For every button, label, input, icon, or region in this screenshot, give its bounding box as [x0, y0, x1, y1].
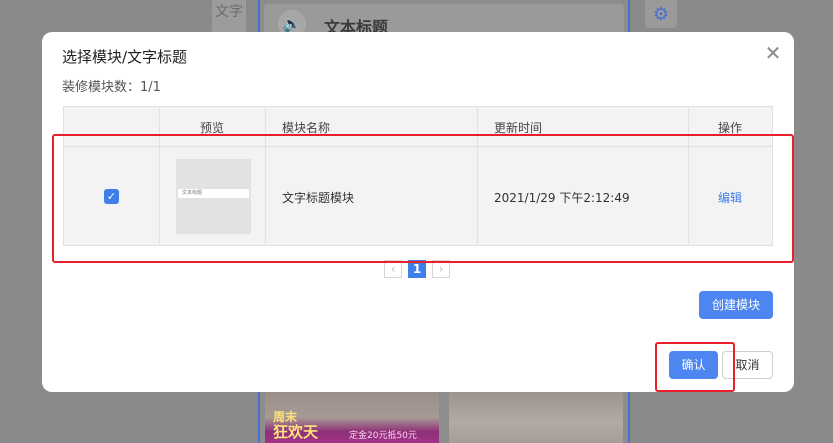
promo-line-2: 狂欢天 — [273, 423, 319, 441]
module-count-label: 装修模块数： — [62, 80, 141, 95]
header-updated-time-label: 更新时间 — [494, 121, 543, 135]
background-side-tab: 文字 — [212, 0, 246, 36]
thumbnail-title-bar: 文本标题 — [178, 189, 249, 198]
row-preview-cell: 文本标题 — [160, 147, 266, 245]
close-icon[interactable]: ✕ — [764, 43, 782, 63]
header-action-label: 操作 — [718, 121, 743, 135]
promo-banner: 周末 狂欢天 — [273, 410, 333, 440]
header-module-name-label: 模块名称 — [282, 121, 331, 135]
updated-time: 2021/1/29 下午2:12:49 — [494, 191, 630, 205]
module-preview-thumbnail: 文本标题 — [176, 159, 251, 234]
dialog-title: 选择模块/文字标题 — [62, 48, 188, 66]
module-count: 装修模块数：1/1 — [62, 76, 161, 95]
promo-line-1: 周末 — [273, 410, 298, 424]
header-action: 操作 — [689, 107, 772, 146]
row-action-cell: 编辑 — [689, 147, 772, 245]
header-preview: 预览 — [160, 107, 266, 146]
select-module-dialog: 选择模块/文字标题 ✕ 装修模块数：1/1 预览 模块名称 更新时间 操作 ✓ … — [42, 32, 794, 392]
row-checkbox[interactable]: ✓ — [104, 189, 119, 204]
promo-tag: 定金20元抵50元 — [349, 431, 417, 441]
header-updated-time: 更新时间 — [478, 107, 689, 146]
page-1-button[interactable]: 1 — [408, 260, 426, 278]
prev-page-button[interactable]: ‹ — [384, 260, 402, 278]
header-module-name: 模块名称 — [266, 107, 478, 146]
row-name-cell: 文字标题模块 — [266, 147, 478, 245]
background-title-bar — [264, 4, 624, 34]
row-updated-cell: 2021/1/29 下午2:12:49 — [478, 147, 689, 245]
cancel-button[interactable]: 取消 — [722, 351, 773, 379]
row-select-cell: ✓ — [64, 147, 160, 245]
background-product-image — [449, 392, 623, 443]
module-table: 预览 模块名称 更新时间 操作 ✓ 文本标题 文字标题模块 2021/1/29 … — [63, 106, 773, 246]
create-module-button[interactable]: 创建模块 — [699, 291, 773, 319]
table-header: 预览 模块名称 更新时间 操作 — [64, 107, 772, 147]
module-count-value: 1/1 — [140, 80, 161, 95]
confirm-button[interactable]: 确认 — [669, 351, 718, 379]
background-product-image: 周末 狂欢天 定金20元抵50元 — [265, 392, 439, 443]
gear-icon: ⚙ — [645, 0, 677, 28]
header-preview-label: 预览 — [200, 121, 225, 135]
next-page-button[interactable]: › — [432, 260, 450, 278]
module-name: 文字标题模块 — [282, 191, 355, 205]
table-row[interactable]: ✓ 文本标题 文字标题模块 2021/1/29 下午2:12:49 编辑 — [64, 147, 772, 245]
edit-link[interactable]: 编辑 — [718, 189, 742, 206]
header-select — [64, 107, 160, 146]
